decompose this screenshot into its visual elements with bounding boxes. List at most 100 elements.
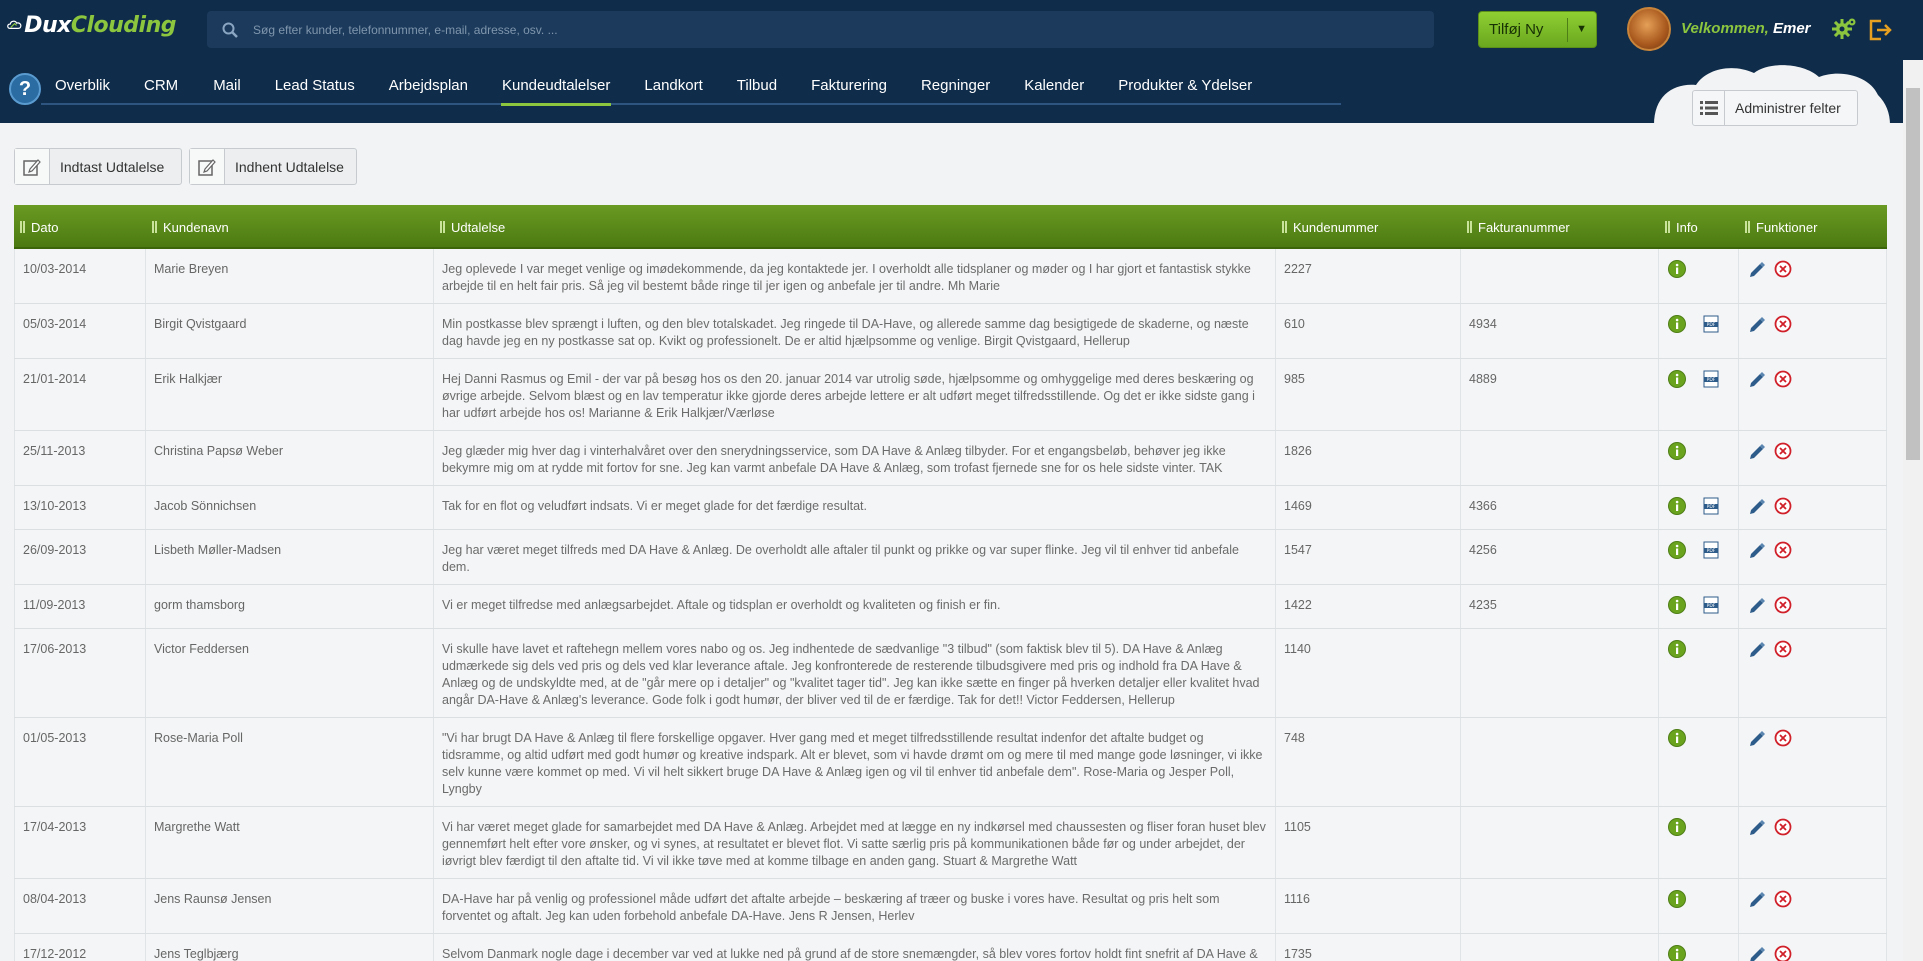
- table-row[interactable]: 01/05-2013 Rose-Maria Poll "Vi har brugt D…: [14, 718, 1887, 807]
- nav-overblik[interactable]: Overblik: [54, 60, 111, 105]
- nav-kalender[interactable]: Kalender: [1023, 60, 1085, 105]
- search-bar[interactable]: [207, 11, 1434, 48]
- nav-fakturering[interactable]: Fakturering: [810, 60, 888, 105]
- nav-tilbud[interactable]: Tilbud: [736, 60, 778, 105]
- fetch-statement-button[interactable]: Indhent Udtalelse: [189, 148, 357, 185]
- pdf-icon[interactable]: PDF: [1701, 496, 1721, 521]
- column-grip-icon[interactable]: [1282, 221, 1287, 233]
- cell-invoice-number: 4235: [1461, 585, 1659, 628]
- nav-kundeudtalelser[interactable]: Kundeudtalelser: [500, 60, 612, 106]
- delete-icon[interactable]: [1773, 369, 1793, 422]
- nav-regninger[interactable]: Regninger: [920, 60, 991, 105]
- gear-icon[interactable]: [1831, 16, 1857, 42]
- info-icon[interactable]: [1667, 944, 1687, 961]
- edit-icon[interactable]: [1747, 496, 1767, 521]
- help-icon[interactable]: ?: [9, 73, 41, 105]
- edit-icon[interactable]: [1747, 817, 1767, 870]
- manage-fields-button[interactable]: Administrer felter: [1692, 90, 1858, 126]
- delete-icon[interactable]: [1773, 639, 1793, 709]
- info-icon[interactable]: [1667, 369, 1687, 422]
- table-row[interactable]: 25/11-2013 Christina Papsø Weber Jeg glæde…: [14, 431, 1887, 486]
- pdf-icon[interactable]: PDF: [1701, 314, 1721, 350]
- column-header-functions[interactable]: Funktioner: [1739, 205, 1887, 249]
- cell-info: [1659, 934, 1739, 961]
- table-row[interactable]: 17/12-2012 Jens Teglbjærg Selvom Danmark n…: [14, 934, 1887, 961]
- info-icon[interactable]: [1667, 889, 1687, 925]
- column-grip-icon[interactable]: [152, 221, 157, 233]
- table-row[interactable]: 11/09-2013 gorm thamsborg Vi er meget tilf…: [14, 585, 1887, 629]
- edit-icon[interactable]: [1747, 639, 1767, 709]
- table-row[interactable]: 13/10-2013 Jacob Sönnichsen Tak for en flo…: [14, 486, 1887, 530]
- edit-icon[interactable]: [1747, 259, 1767, 295]
- info-icon[interactable]: [1667, 540, 1687, 576]
- column-header-customer-name[interactable]: Kundenavn: [146, 205, 434, 249]
- info-icon[interactable]: [1667, 314, 1687, 350]
- edit-icon[interactable]: [1747, 728, 1767, 798]
- delete-icon[interactable]: [1773, 728, 1793, 798]
- vertical-scrollbar[interactable]: [1903, 60, 1923, 961]
- edit-icon[interactable]: [1747, 369, 1767, 422]
- nav-produkter-ydelser[interactable]: Produkter & Ydelser: [1117, 60, 1253, 105]
- edit-icon[interactable]: [1747, 944, 1767, 961]
- edit-icon[interactable]: [1747, 441, 1767, 477]
- scrollbar-thumb[interactable]: [1906, 88, 1920, 460]
- column-grip-icon[interactable]: [1745, 221, 1750, 233]
- svg-text:PDF: PDF: [1707, 548, 1716, 554]
- column-grip-icon[interactable]: [440, 221, 445, 233]
- dux-clouding-logo[interactable]: DuxClouding: [6, 7, 177, 43]
- cell-date: 08/04-2013: [14, 879, 146, 933]
- column-grip-icon[interactable]: [20, 221, 25, 233]
- delete-icon[interactable]: [1773, 540, 1793, 576]
- delete-icon[interactable]: [1773, 441, 1793, 477]
- column-header-customer-number[interactable]: Kundenummer: [1276, 205, 1461, 249]
- logout-icon[interactable]: [1867, 17, 1893, 43]
- add-new-dropdown[interactable]: Tilføj Ny ▼: [1478, 11, 1597, 48]
- search-input[interactable]: [253, 22, 1434, 37]
- pdf-icon[interactable]: PDF: [1701, 595, 1721, 620]
- table-row[interactable]: 21/01-2014 Erik Halkjær Hej Danni Rasmus o…: [14, 359, 1887, 431]
- nav-mail[interactable]: Mail: [212, 60, 242, 105]
- delete-icon[interactable]: [1773, 944, 1793, 961]
- nav-landkort[interactable]: Landkort: [643, 60, 703, 105]
- edit-icon[interactable]: [1747, 889, 1767, 925]
- info-icon[interactable]: [1667, 496, 1687, 521]
- cell-customer-name: Marie Breyen: [146, 249, 434, 303]
- info-icon[interactable]: [1667, 595, 1687, 620]
- edit-icon[interactable]: [1747, 540, 1767, 576]
- avatar[interactable]: [1627, 7, 1671, 51]
- column-header-info[interactable]: Info: [1659, 205, 1739, 249]
- edit-icon[interactable]: [1747, 314, 1767, 350]
- table-row[interactable]: 17/06-2013 Victor Feddersen Vi skulle have…: [14, 629, 1887, 718]
- delete-icon[interactable]: [1773, 259, 1793, 295]
- cell-customer-number: 1469: [1276, 486, 1461, 529]
- delete-icon[interactable]: [1773, 314, 1793, 350]
- table-row[interactable]: 17/04-2013 Margrethe Watt Vi har været meg…: [14, 807, 1887, 879]
- nav-lead-status[interactable]: Lead Status: [274, 60, 356, 105]
- table-row[interactable]: 08/04-2013 Jens Raunsø Jensen DA-Have har …: [14, 879, 1887, 934]
- enter-statement-button[interactable]: Indtast Udtalelse: [14, 148, 182, 185]
- delete-icon[interactable]: [1773, 889, 1793, 925]
- column-grip-icon[interactable]: [1467, 221, 1472, 233]
- pdf-icon[interactable]: PDF: [1701, 540, 1721, 576]
- nav-crm[interactable]: CRM: [143, 60, 179, 105]
- edit-icon[interactable]: [1747, 595, 1767, 620]
- delete-icon[interactable]: [1773, 817, 1793, 870]
- delete-icon[interactable]: [1773, 496, 1793, 521]
- column-header-invoice-number[interactable]: Fakturanummer: [1461, 205, 1659, 249]
- column-header-date[interactable]: Dato: [14, 205, 146, 249]
- cell-statement: Jeg oplevede I var meget venlige og imød…: [434, 249, 1276, 303]
- pdf-icon[interactable]: PDF: [1701, 369, 1721, 422]
- table-row[interactable]: 05/03-2014 Birgit Qvistgaard Min postkasse…: [14, 304, 1887, 359]
- table-row[interactable]: 26/09-2013 Lisbeth Møller-Madsen Jeg har v…: [14, 530, 1887, 585]
- cell-info: [1659, 249, 1739, 303]
- column-header-statement[interactable]: Udtalelse: [434, 205, 1276, 249]
- info-icon[interactable]: [1667, 259, 1687, 295]
- info-icon[interactable]: [1667, 817, 1687, 870]
- info-icon[interactable]: [1667, 728, 1687, 798]
- delete-icon[interactable]: [1773, 595, 1793, 620]
- info-icon[interactable]: [1667, 441, 1687, 477]
- info-icon[interactable]: [1667, 639, 1687, 709]
- table-row[interactable]: 10/03-2014 Marie Breyen Jeg oplevede I var…: [14, 249, 1887, 304]
- nav-arbejdsplan[interactable]: Arbejdsplan: [388, 60, 469, 105]
- column-grip-icon[interactable]: [1665, 221, 1670, 233]
